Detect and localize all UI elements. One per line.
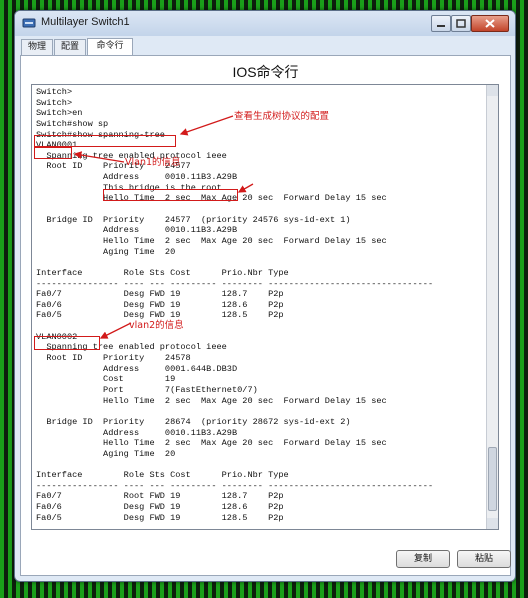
annotation-arrows <box>73 115 254 339</box>
close-button[interactable] <box>471 15 509 32</box>
cli-panel: IOS命令行 Switch> Switch> Switch>en Switch#sho… <box>20 55 511 576</box>
tab-label: 配置 <box>60 42 79 52</box>
minimize-button[interactable] <box>431 15 451 32</box>
maximize-button[interactable] <box>451 15 471 32</box>
annotation-config: 查看生成树协议的配置 <box>234 111 330 122</box>
arrow-vlan2 <box>99 322 132 339</box>
minimize-icon <box>437 25 445 27</box>
tab-label: 命令行 <box>96 41 124 51</box>
switch-icon <box>22 18 36 28</box>
arrow-config <box>179 115 234 136</box>
tab-config[interactable]: 配置 <box>54 39 86 55</box>
tab-cli[interactable]: 命令行 <box>87 38 133 55</box>
close-icon <box>485 19 495 28</box>
title-bar[interactable]: Multilayer Switch1 <box>15 11 515 36</box>
paste-button[interactable]: 粘贴 <box>457 550 511 568</box>
window-title: Multilayer Switch1 <box>41 16 130 28</box>
annotation-vlan1: Vlan1的信息 <box>125 157 181 168</box>
maximize-icon <box>456 19 466 28</box>
arrow-root <box>237 183 254 193</box>
app-window: Multilayer Switch1 物理 配置 命令行 IOS命令行 Swit… <box>14 10 516 582</box>
tab-physical[interactable]: 物理 <box>21 39 53 55</box>
annotation-vlan2: vlan2的信息 <box>129 320 184 331</box>
tab-label: 物理 <box>27 42 46 52</box>
arrow-vlan1 <box>73 151 125 163</box>
copy-button[interactable]: 复制 <box>396 550 450 568</box>
